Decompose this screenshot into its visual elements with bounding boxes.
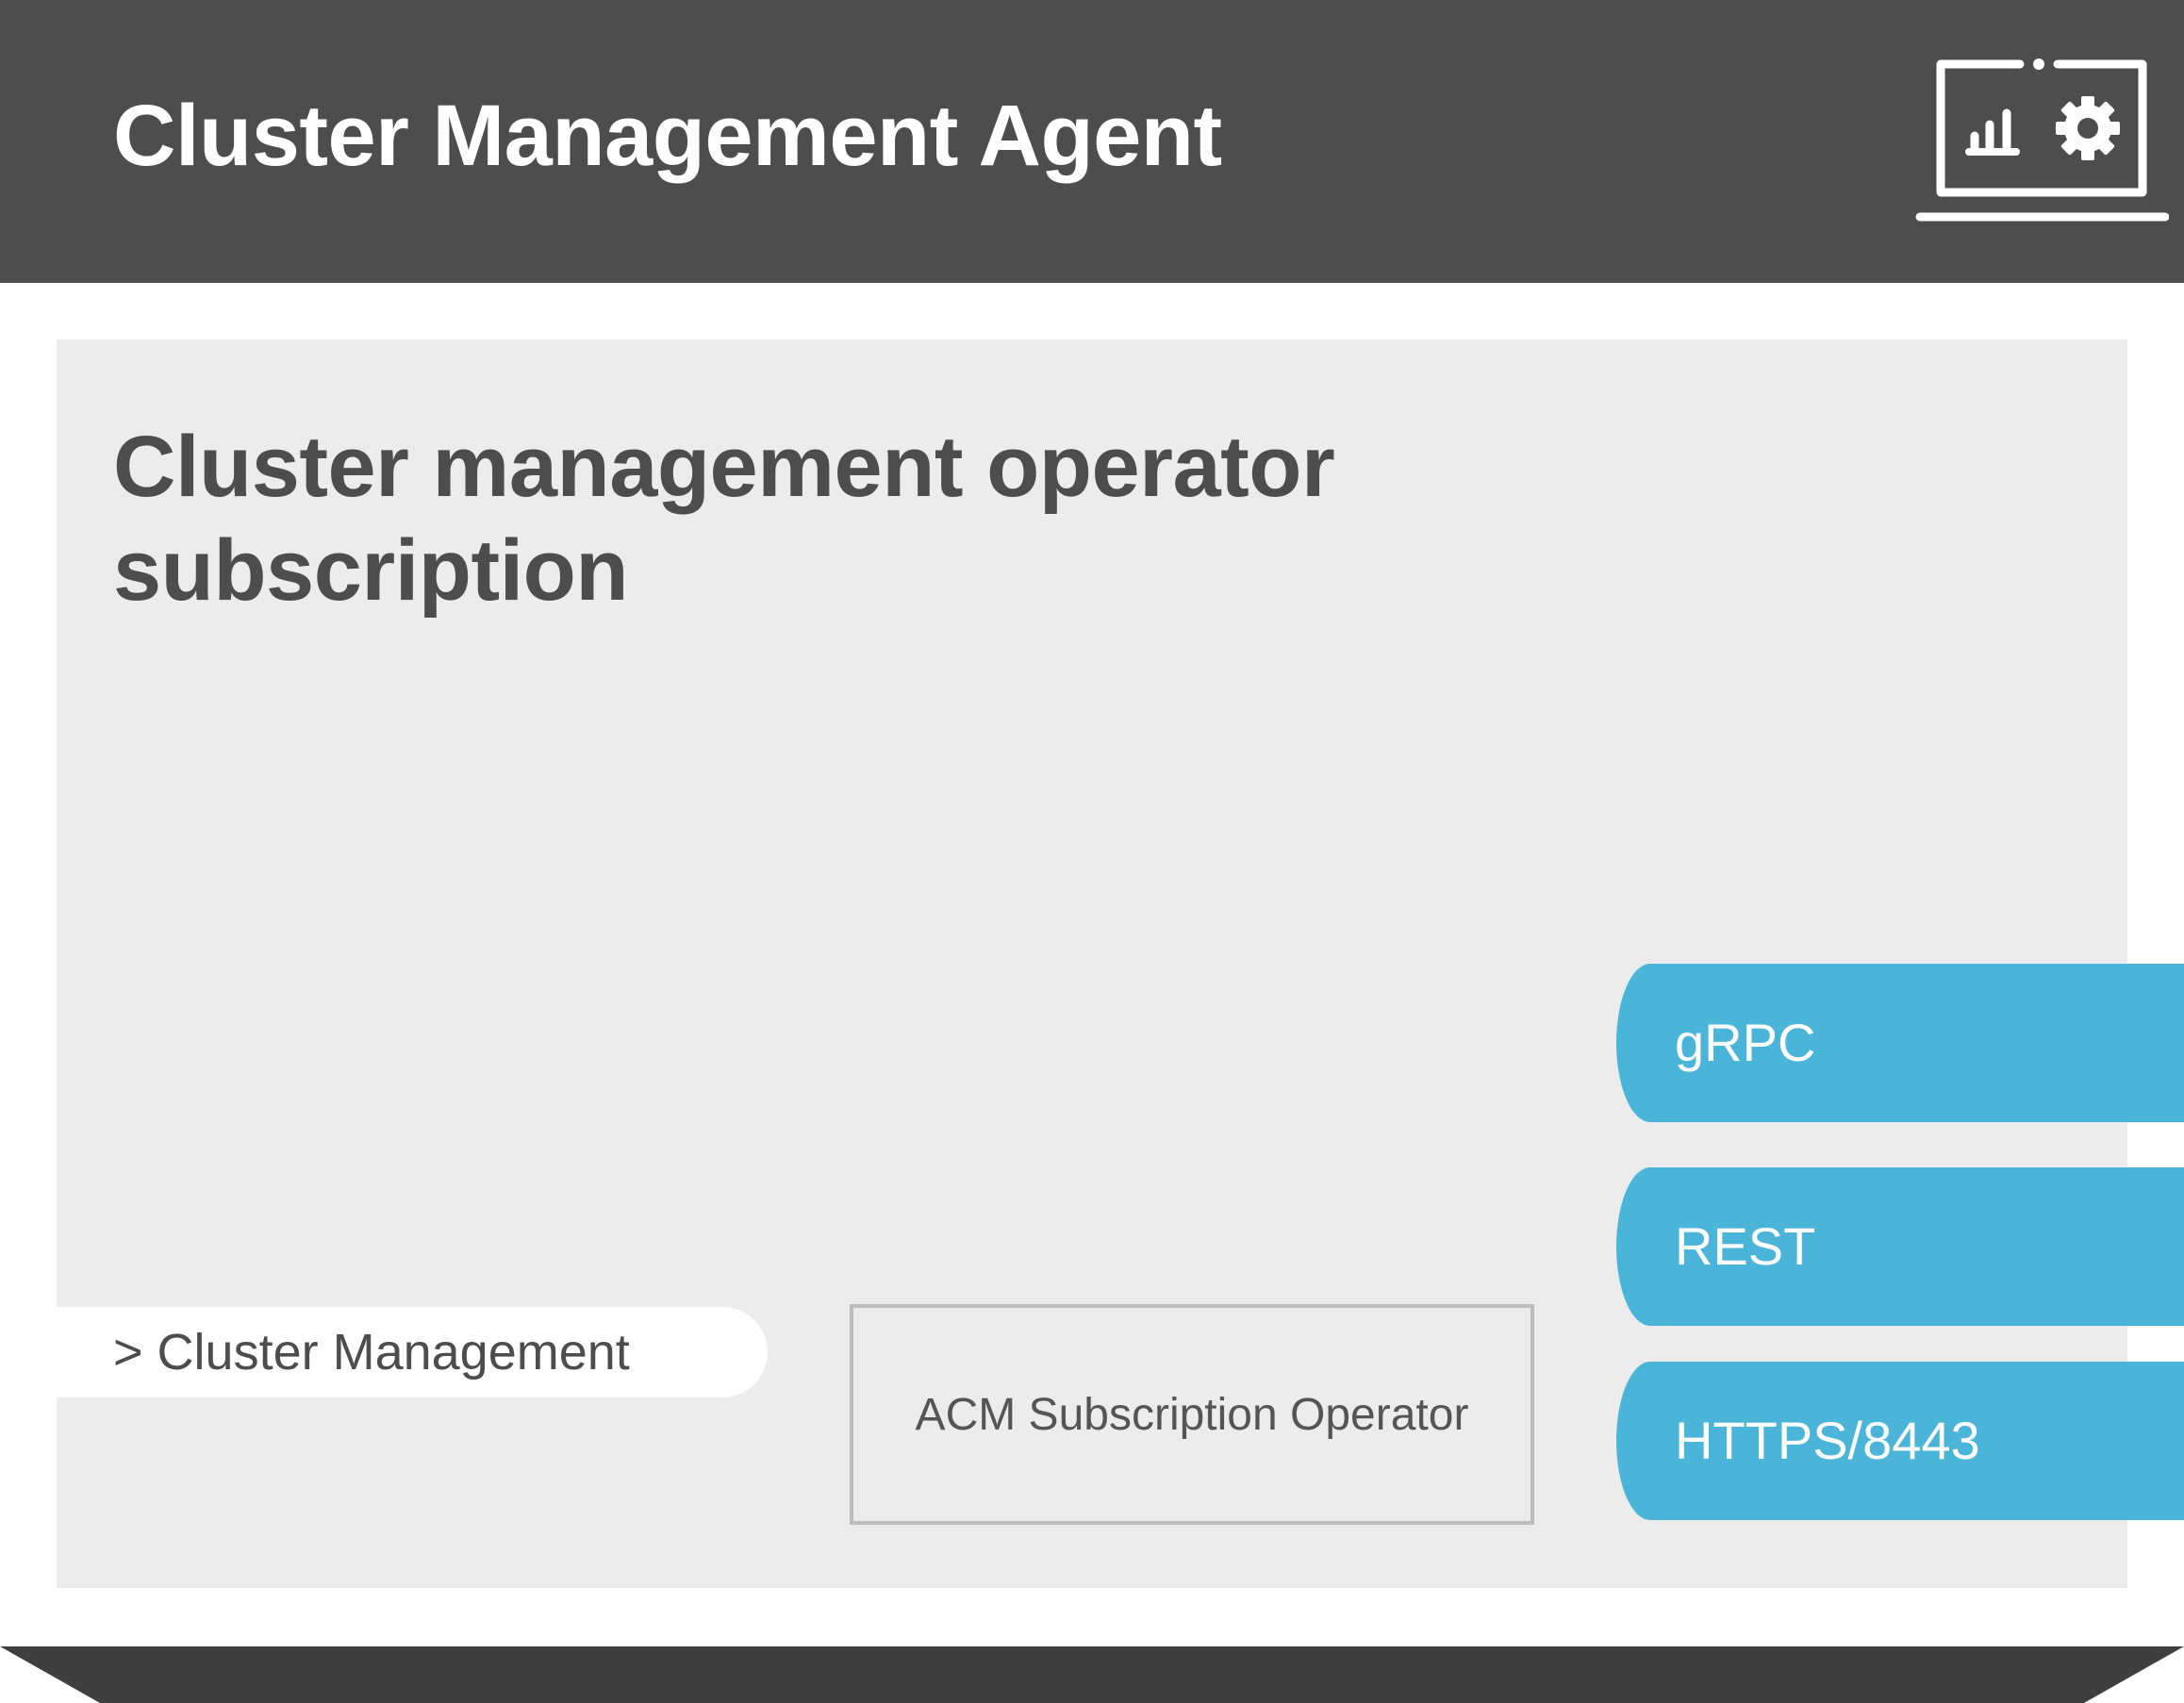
cluster-management-label: > Cluster Management xyxy=(113,1324,630,1381)
protocol-label: gRPC xyxy=(1675,1013,1816,1072)
footer-bar xyxy=(0,1646,2184,1703)
page-title: Cluster Management Agent xyxy=(113,88,1222,184)
protocol-tab-grpc: gRPC xyxy=(1616,964,2184,1122)
protocol-tab-https: HTTPS/8443 xyxy=(1616,1362,2184,1520)
protocol-tab-rest: REST xyxy=(1616,1167,2184,1326)
protocol-label: REST xyxy=(1675,1216,1816,1276)
panel-title: Cluster management operator subscription xyxy=(113,419,1335,619)
protocol-label: HTTPS/8443 xyxy=(1675,1411,1980,1470)
monitor-chart-gear-icon xyxy=(1915,58,2169,222)
acm-subscription-operator-box: ACM Subscription Operator xyxy=(850,1304,1534,1525)
operator-box-label: ACM Subscription Operator xyxy=(915,1389,1469,1440)
